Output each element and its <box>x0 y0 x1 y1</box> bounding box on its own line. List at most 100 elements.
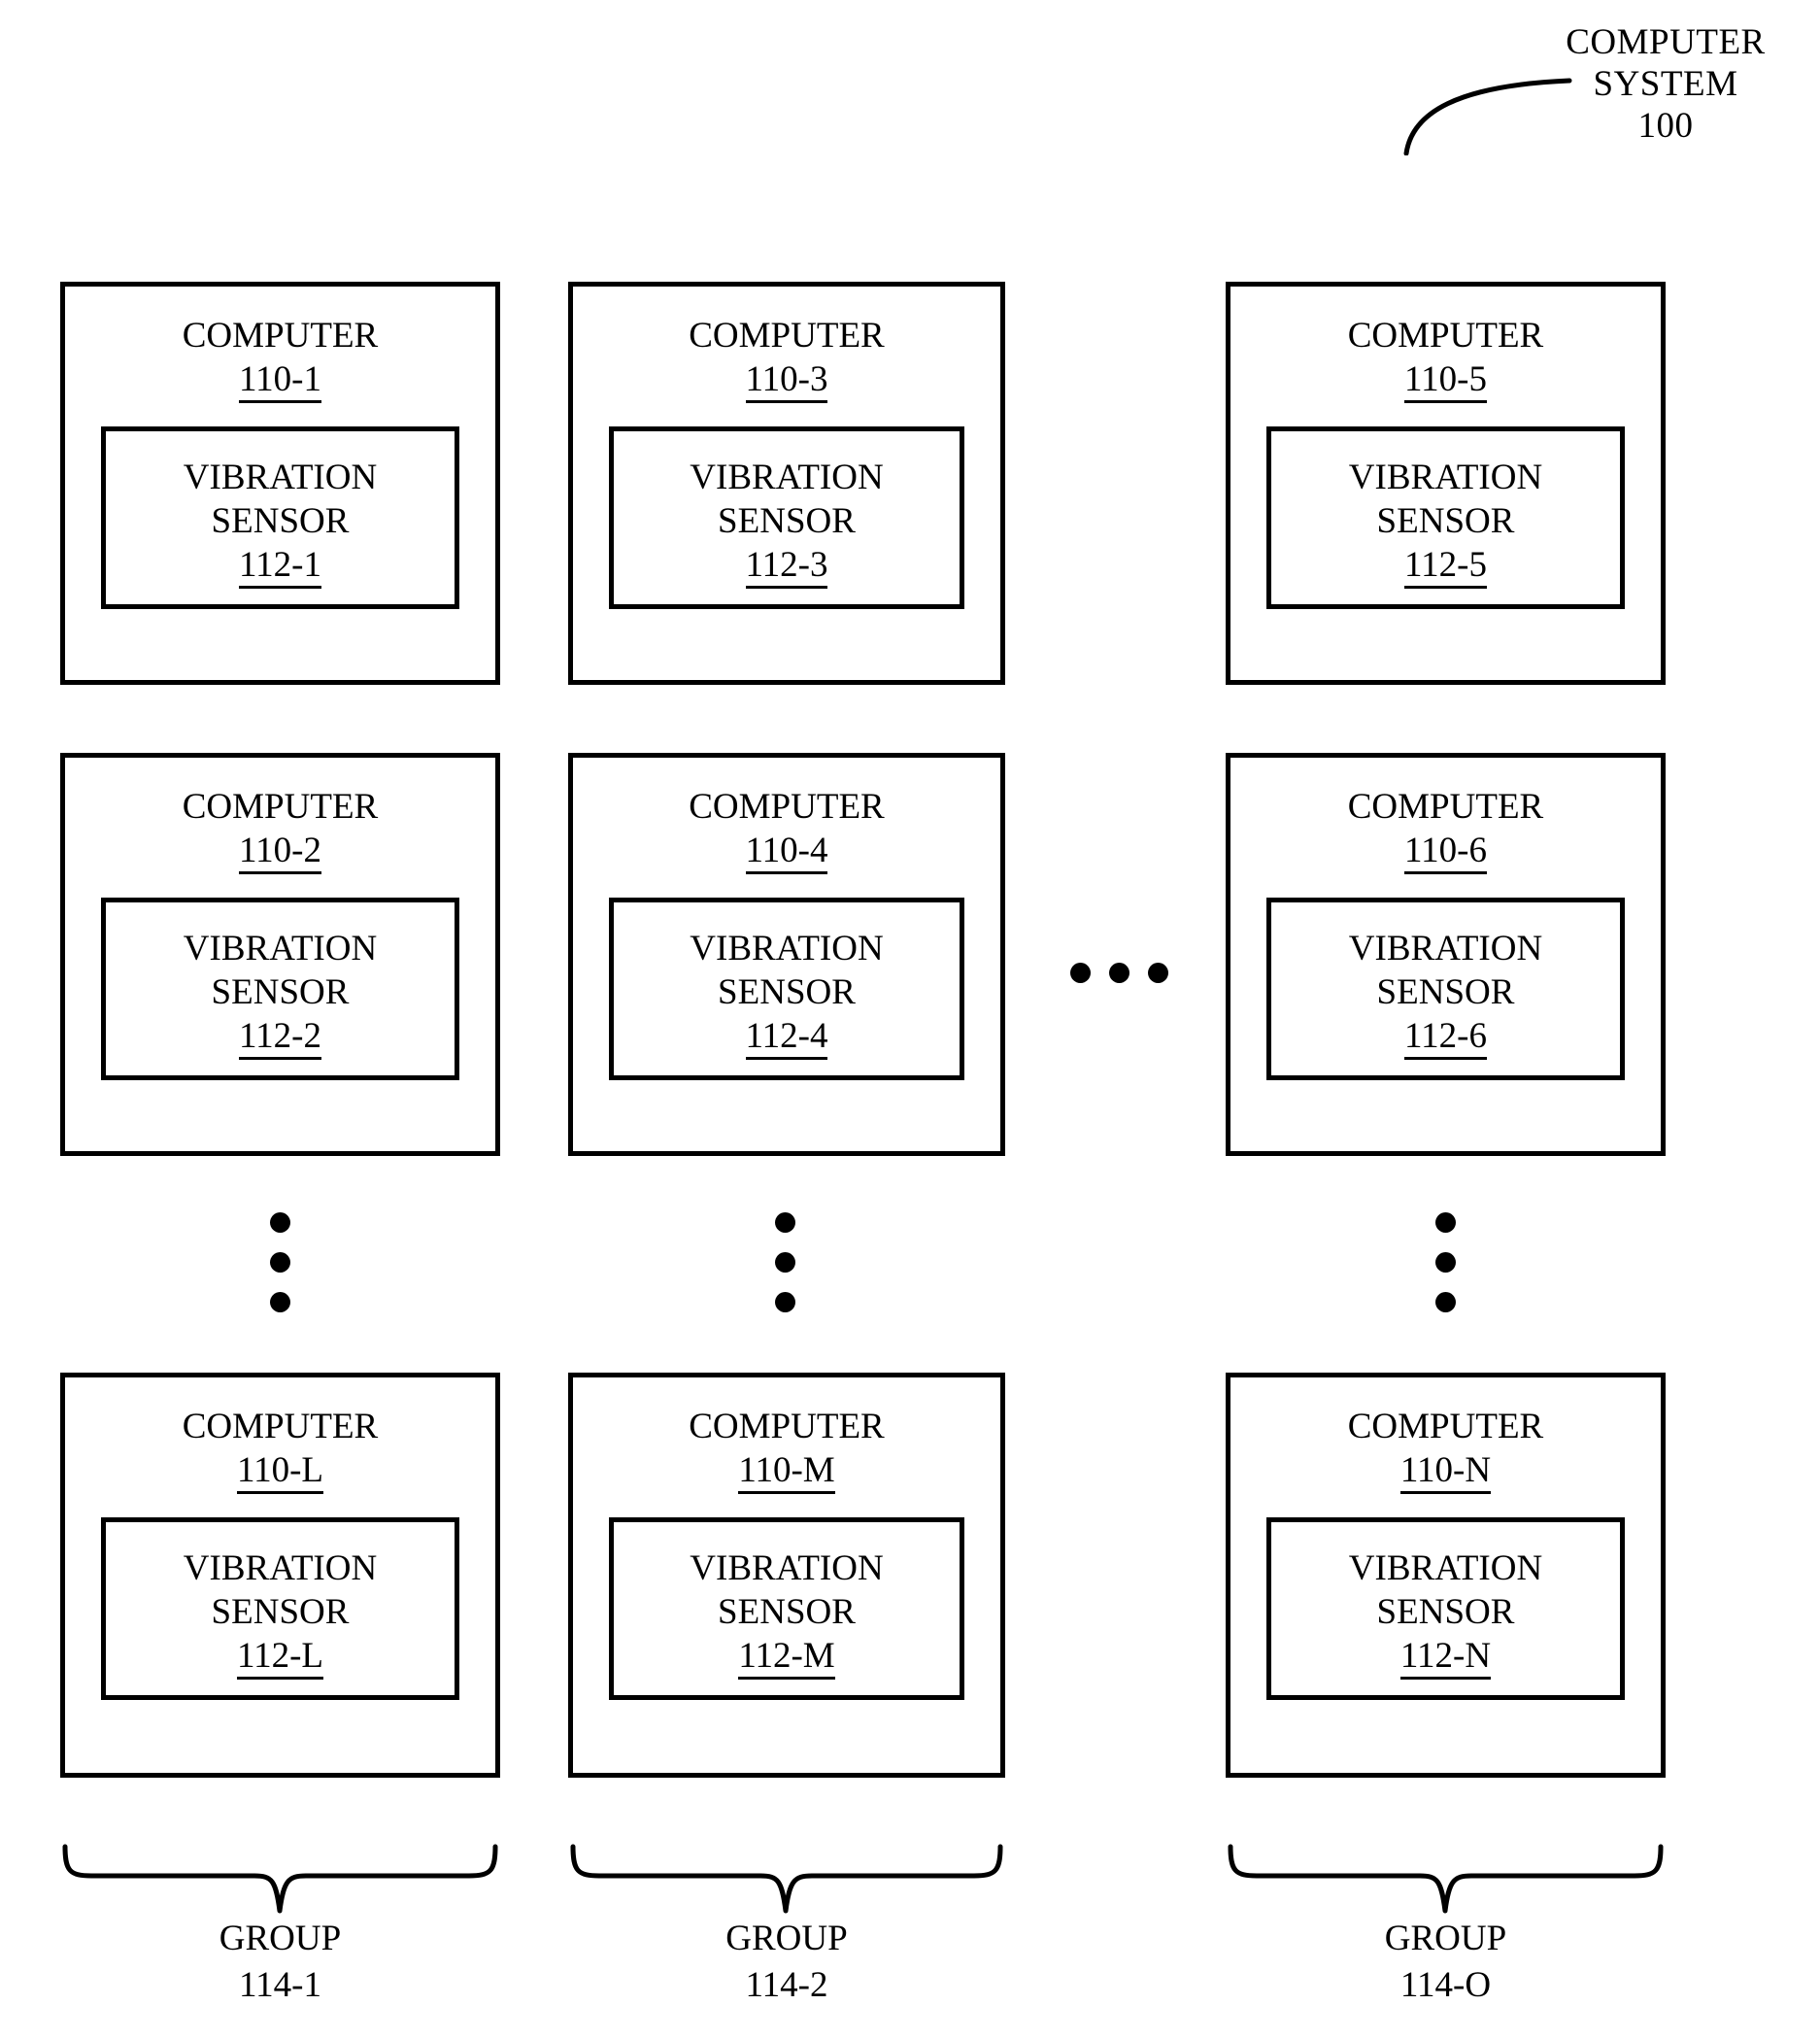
computer-box: COMPUTER 110-1 VIBRATION SENSOR 112-1 <box>60 282 500 685</box>
ellipsis-dot <box>775 1252 795 1273</box>
vibration-sensor-text: VIBRATION SENSOR 112-6 <box>1271 927 1620 1060</box>
computer-ref: 110-2 <box>65 829 495 874</box>
computer-ref: 110-L <box>65 1448 495 1494</box>
sensor-line-2: SENSOR <box>718 972 856 1012</box>
system-label-ref: 100 <box>1637 106 1694 146</box>
computer-ref: 110-1 <box>65 357 495 403</box>
computer-box: COMPUTER 110-L VIBRATION SENSOR 112-L <box>60 1373 500 1778</box>
group-brace-icon <box>1228 1844 1664 1914</box>
vibration-sensor-box: VIBRATION SENSOR 112-L <box>101 1517 459 1700</box>
vibration-sensor-text: VIBRATION SENSOR 112-M <box>614 1546 960 1680</box>
group-label-ref: 114-2 <box>745 1965 828 2005</box>
computer-box: COMPUTER 110-4 VIBRATION SENSOR 112-4 <box>568 753 1005 1156</box>
computer-title: COMPUTER <box>1347 787 1544 827</box>
computer-title: COMPUTER <box>182 787 379 827</box>
sensor-ref-line: 112-2 <box>106 1014 455 1060</box>
sensor-ref-line: 112-6 <box>1271 1014 1620 1060</box>
sensor-line-1: VIBRATION <box>183 458 378 497</box>
computer-box: COMPUTER 110-3 VIBRATION SENSOR 112-3 <box>568 282 1005 685</box>
ellipsis-dot <box>1435 1252 1456 1273</box>
vibration-sensor-box: VIBRATION SENSOR 112-4 <box>609 898 964 1080</box>
vibration-sensor-text: VIBRATION SENSOR 112-4 <box>614 927 960 1060</box>
sensor-line-1: VIBRATION <box>1348 458 1543 497</box>
group-label: GROUP 114-1 <box>60 1916 500 2009</box>
computer-box: COMPUTER 110-N VIBRATION SENSOR 112-N <box>1226 1373 1666 1778</box>
sensor-ref-line: 112-1 <box>106 543 455 589</box>
sensor-ref-line: 112-M <box>614 1634 960 1680</box>
ellipsis-dot <box>775 1212 795 1233</box>
group-brace-icon <box>570 1844 1003 1914</box>
sensor-ref-line: 112-L <box>106 1634 455 1680</box>
vibration-sensor-box: VIBRATION SENSOR 112-N <box>1266 1517 1625 1700</box>
sensor-line-2: SENSOR <box>1376 501 1515 541</box>
computer-ref: 110-4 <box>573 829 1000 874</box>
vibration-sensor-text: VIBRATION SENSOR 112-3 <box>614 456 960 589</box>
sensor-line-2: SENSOR <box>211 972 350 1012</box>
vibration-sensor-box: VIBRATION SENSOR 112-1 <box>101 426 459 609</box>
computer-title: COMPUTER <box>182 316 379 356</box>
group-label-ref: 114-1 <box>239 1965 321 2005</box>
group-brace-icon <box>62 1844 498 1914</box>
computer-title: COMPUTER <box>182 1407 379 1446</box>
computer-title: COMPUTER <box>1347 316 1544 356</box>
vibration-sensor-box: VIBRATION SENSOR 112-6 <box>1266 898 1625 1080</box>
computer-box: COMPUTER 110-M VIBRATION SENSOR 112-M <box>568 1373 1005 1778</box>
ellipsis-dot <box>775 1292 795 1312</box>
vibration-sensor-box: VIBRATION SENSOR 112-M <box>609 1517 964 1700</box>
computer-box: COMPUTER 110-5 VIBRATION SENSOR 112-5 <box>1226 282 1666 685</box>
sensor-line-1: VIBRATION <box>690 1548 884 1588</box>
computer-ref: 110-N <box>1230 1448 1661 1494</box>
patent-figure-computer-system: COMPUTER SYSTEM 100 COMPUTER 110-1 VIBRA… <box>0 0 1820 2039</box>
computer-title: COMPUTER <box>1347 1407 1544 1446</box>
vibration-sensor-text: VIBRATION SENSOR 112-5 <box>1271 456 1620 589</box>
group-label-title: GROUP <box>725 1919 848 1958</box>
ellipsis-dot <box>1435 1292 1456 1312</box>
sensor-line-2: SENSOR <box>718 1592 856 1632</box>
ellipsis-dot <box>1435 1212 1456 1233</box>
vibration-sensor-box: VIBRATION SENSOR 112-5 <box>1266 426 1625 609</box>
vibration-sensor-text: VIBRATION SENSOR 112-2 <box>106 927 455 1060</box>
sensor-line-1: VIBRATION <box>183 1548 378 1588</box>
sensor-line-1: VIBRATION <box>183 929 378 969</box>
vibration-sensor-text: VIBRATION SENSOR 112-1 <box>106 456 455 589</box>
computer-ref: 110-6 <box>1230 829 1661 874</box>
sensor-line-2: SENSOR <box>1376 972 1515 1012</box>
computer-ref: 110-M <box>573 1448 1000 1494</box>
computer-title: COMPUTER <box>689 1407 885 1446</box>
group-label: GROUP 114-O <box>1226 1916 1666 2009</box>
sensor-line-1: VIBRATION <box>690 929 884 969</box>
sensor-line-1: VIBRATION <box>690 458 884 497</box>
vibration-sensor-text: VIBRATION SENSOR 112-N <box>1271 1546 1620 1680</box>
system-label-line1: COMPUTER <box>1566 22 1766 62</box>
ellipsis-dot <box>270 1252 290 1273</box>
vibration-sensor-box: VIBRATION SENSOR 112-2 <box>101 898 459 1080</box>
computer-ref: 110-3 <box>573 357 1000 403</box>
sensor-line-2: SENSOR <box>1376 1592 1515 1632</box>
sensor-line-2: SENSOR <box>211 501 350 541</box>
sensor-ref-line: 112-3 <box>614 543 960 589</box>
ellipsis-dot <box>1148 963 1168 983</box>
ellipsis-dot <box>270 1292 290 1312</box>
computer-ref: 110-5 <box>1230 357 1661 403</box>
ellipsis-dot <box>270 1212 290 1233</box>
group-label-ref: 114-O <box>1399 1965 1492 2005</box>
sensor-line-2: SENSOR <box>211 1592 350 1632</box>
computer-box: COMPUTER 110-2 VIBRATION SENSOR 112-2 <box>60 753 500 1156</box>
group-label-title: GROUP <box>219 1919 342 1958</box>
sensor-ref-line: 112-5 <box>1271 543 1620 589</box>
computer-box: COMPUTER 110-6 VIBRATION SENSOR 112-6 <box>1226 753 1666 1156</box>
sensor-ref-line: 112-N <box>1271 1634 1620 1680</box>
computer-title: COMPUTER <box>689 316 885 356</box>
ellipsis-dot <box>1109 963 1129 983</box>
group-label: GROUP 114-2 <box>568 1916 1005 2009</box>
sensor-line-1: VIBRATION <box>1348 929 1543 969</box>
group-label-title: GROUP <box>1384 1919 1507 1958</box>
sensor-line-1: VIBRATION <box>1348 1548 1543 1588</box>
vibration-sensor-box: VIBRATION SENSOR 112-3 <box>609 426 964 609</box>
computer-title: COMPUTER <box>689 787 885 827</box>
system-label-line2: SYSTEM <box>1593 64 1738 104</box>
vibration-sensor-text: VIBRATION SENSOR 112-L <box>106 1546 455 1680</box>
sensor-ref-line: 112-4 <box>614 1014 960 1060</box>
sensor-line-2: SENSOR <box>718 501 856 541</box>
ellipsis-dot <box>1070 963 1091 983</box>
